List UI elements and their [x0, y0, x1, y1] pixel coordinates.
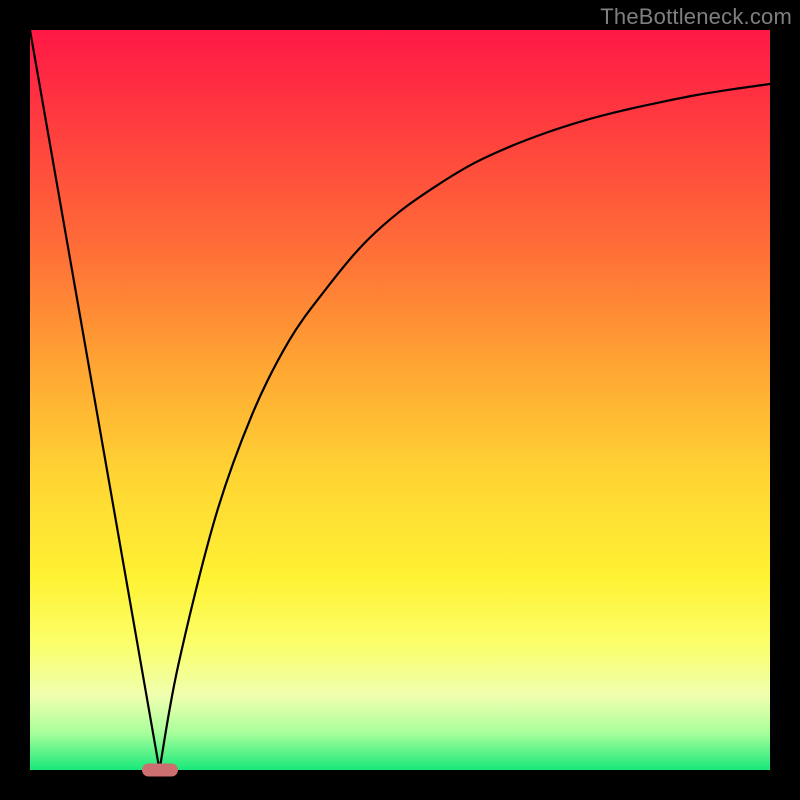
watermark-text: TheBottleneck.com: [600, 4, 792, 30]
left-line-path: [30, 30, 160, 770]
right-curve-path: [160, 84, 771, 770]
chart-curves: [30, 30, 770, 770]
chart-frame: TheBottleneck.com: [0, 0, 800, 800]
bottleneck-marker: [142, 764, 178, 777]
